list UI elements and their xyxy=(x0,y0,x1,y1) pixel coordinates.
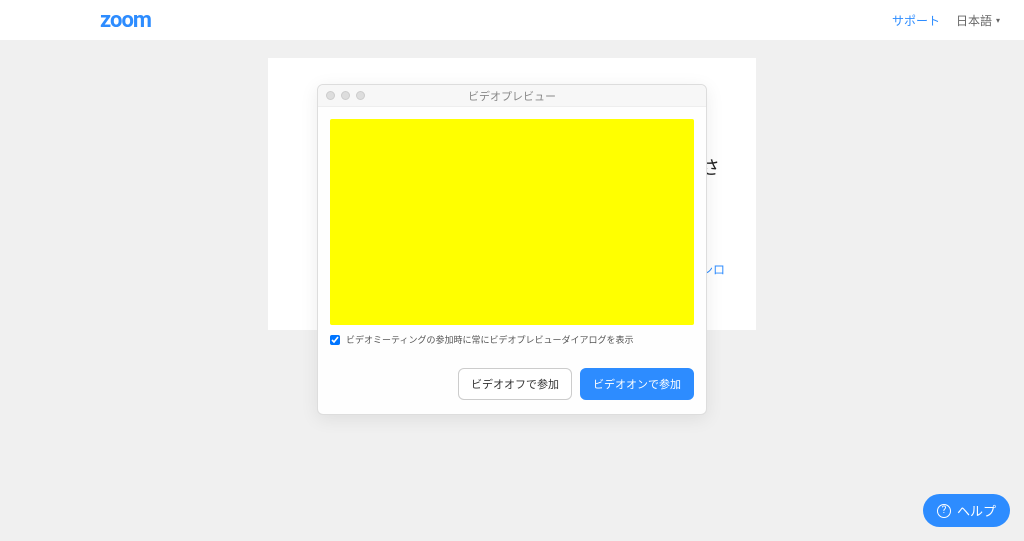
always-show-checkbox[interactable] xyxy=(330,335,340,345)
help-icon: ? xyxy=(937,504,951,518)
header-right: サポート 日本語 ▾ xyxy=(892,12,1000,29)
checkbox-label: ビデオミーティングの参加時に常にビデオプレビューダイアログを表示 xyxy=(346,333,633,346)
dialog-title: ビデオプレビュー xyxy=(326,88,698,104)
minimize-icon[interactable] xyxy=(341,91,350,100)
always-show-checkbox-row[interactable]: ビデオミーティングの参加時に常にビデオプレビューダイアログを表示 xyxy=(330,333,694,346)
join-without-video-button[interactable]: ビデオオフで参加 xyxy=(458,368,572,400)
close-icon[interactable] xyxy=(326,91,335,100)
main-header: zoom サポート 日本語 ▾ xyxy=(0,0,1024,40)
help-button[interactable]: ? ヘルプ xyxy=(923,494,1010,527)
video-preview-area xyxy=(330,119,694,325)
support-link[interactable]: サポート xyxy=(892,12,940,29)
language-selector[interactable]: 日本語 ▾ xyxy=(956,12,1000,29)
video-preview-dialog: ビデオプレビュー ビデオミーティングの参加時に常にビデオプレビューダイアログを表… xyxy=(317,84,707,415)
help-label: ヘルプ xyxy=(957,501,996,520)
language-label: 日本語 xyxy=(956,12,992,29)
dialog-titlebar: ビデオプレビュー xyxy=(318,85,706,107)
maximize-icon[interactable] xyxy=(356,91,365,100)
chevron-down-icon: ▾ xyxy=(996,16,1000,25)
window-controls xyxy=(326,91,365,100)
join-with-video-button[interactable]: ビデオオンで参加 xyxy=(580,368,694,400)
dialog-body: ビデオミーティングの参加時に常にビデオプレビューダイアログを表示 xyxy=(318,107,706,358)
dialog-buttons: ビデオオフで参加 ビデオオンで参加 xyxy=(318,358,706,414)
zoom-logo: zoom xyxy=(100,8,151,33)
